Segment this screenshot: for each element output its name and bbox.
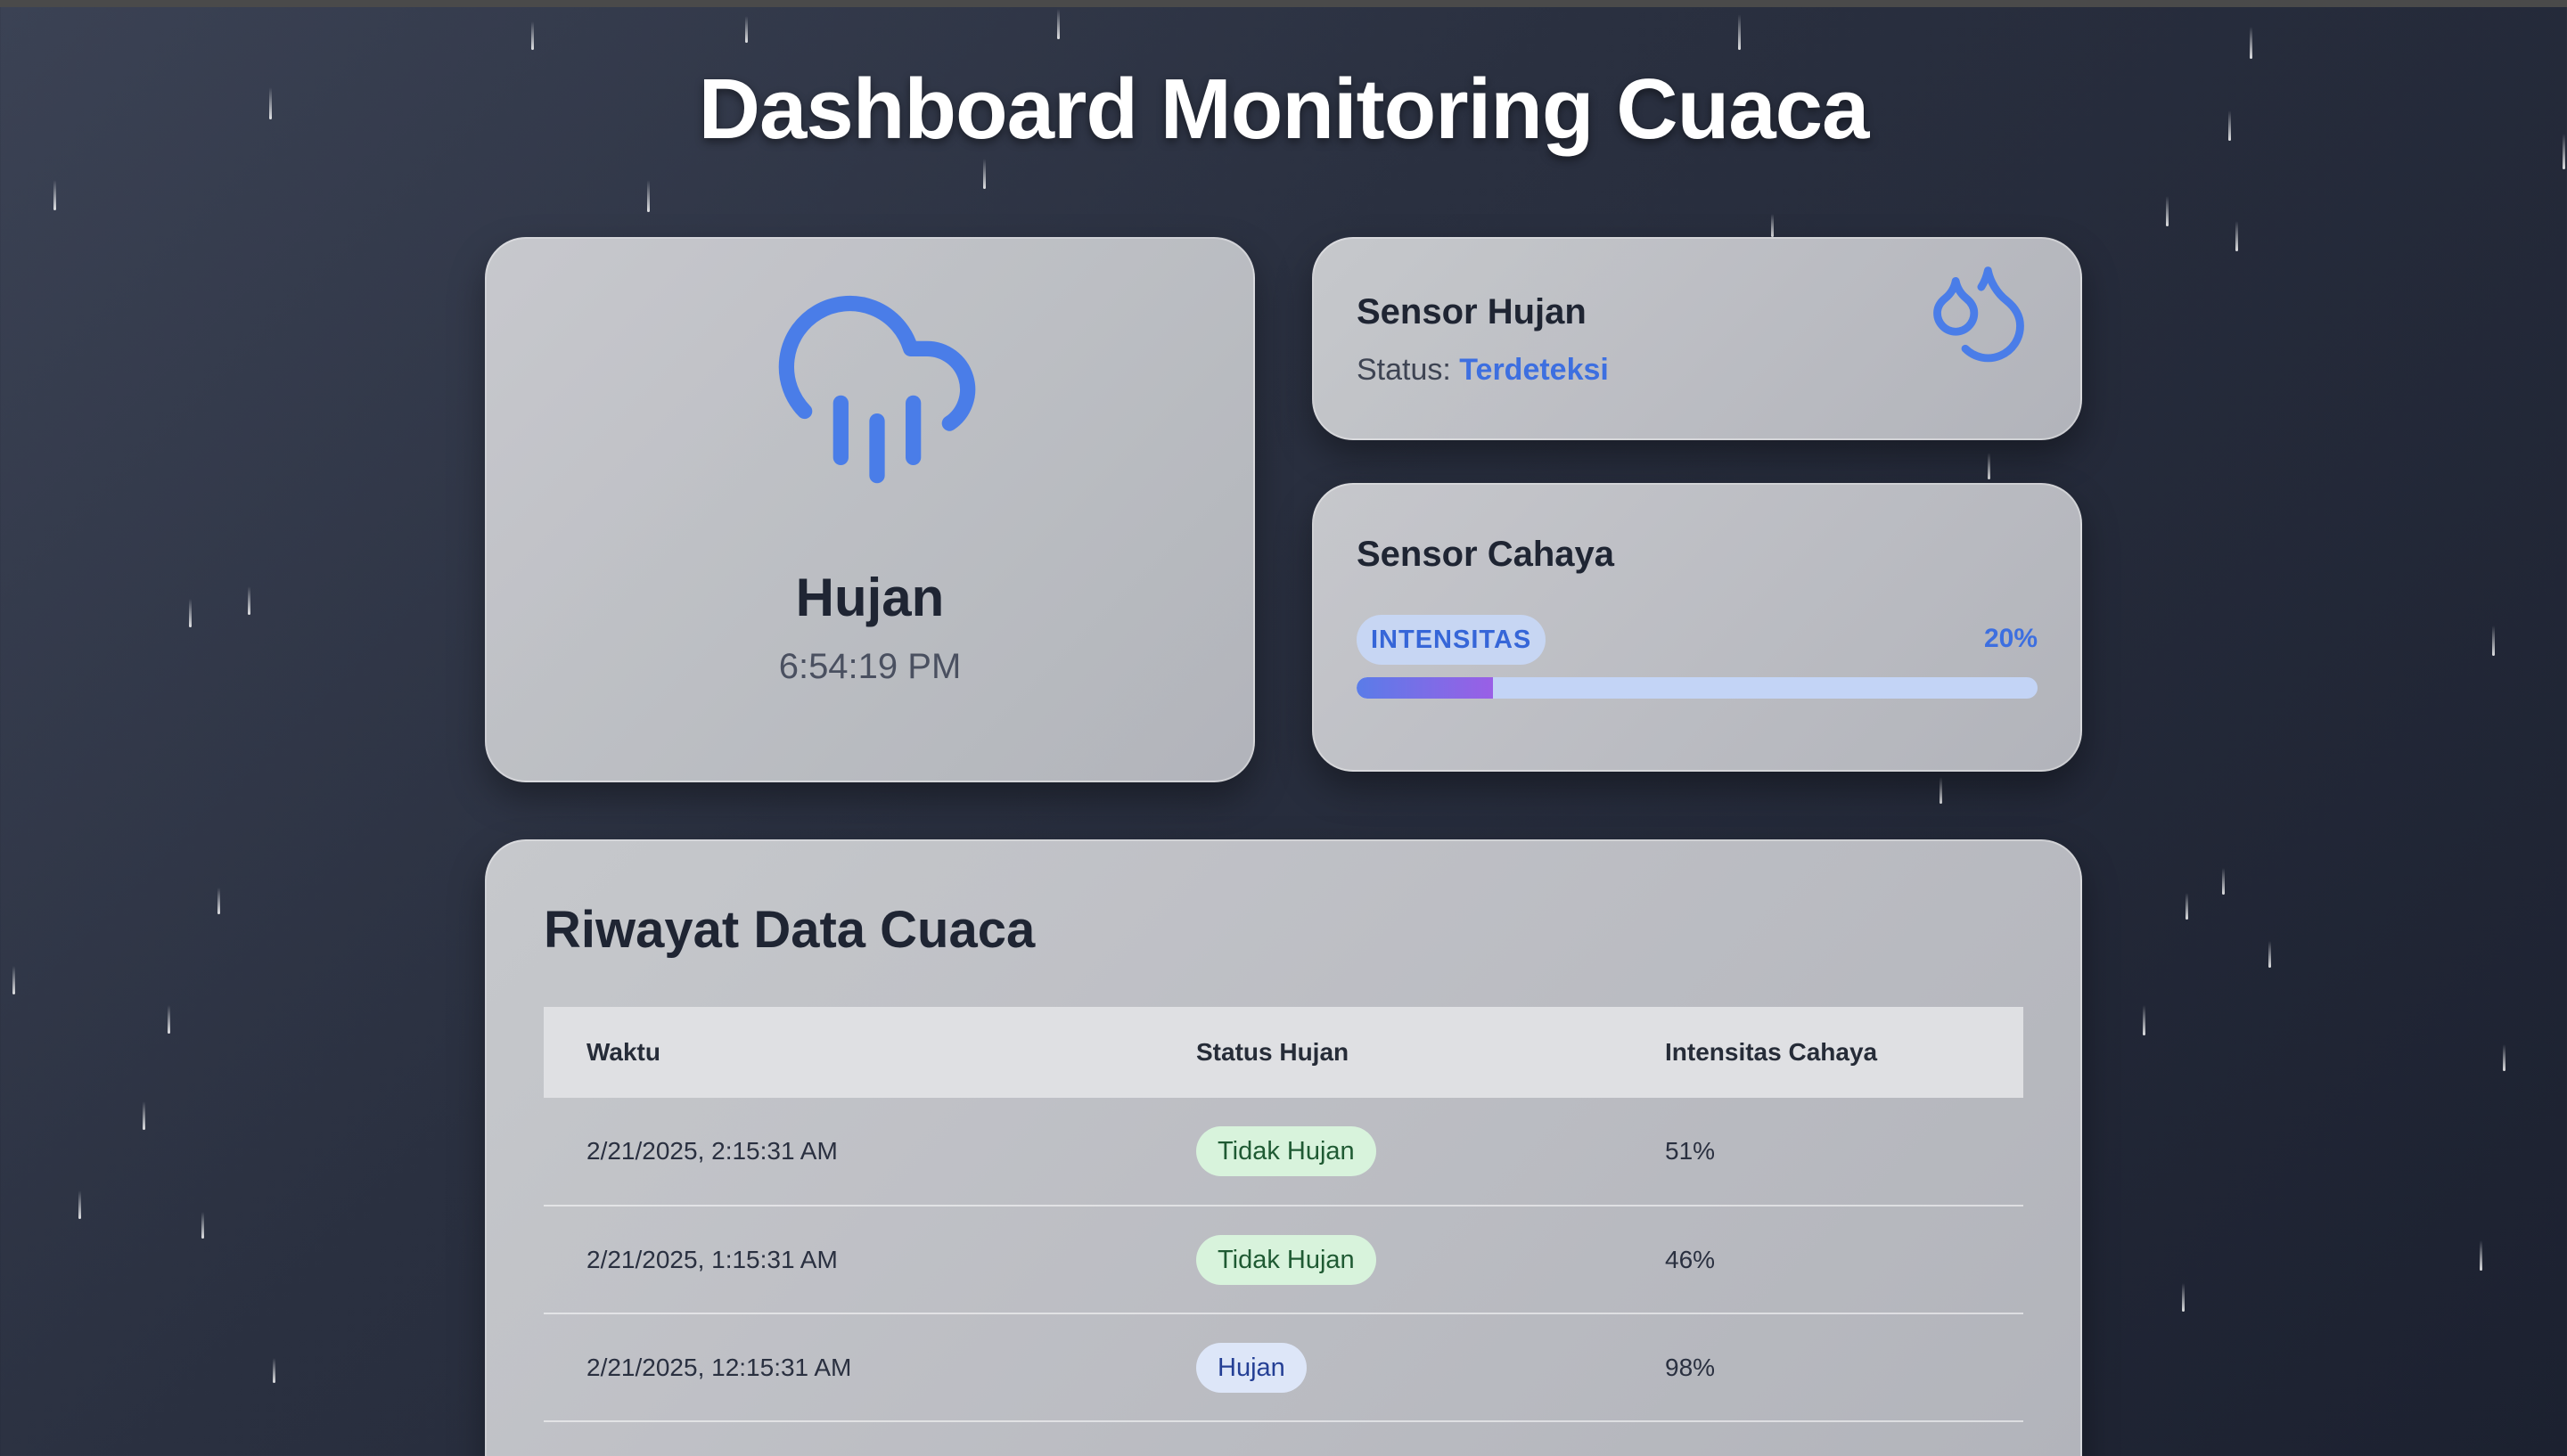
- weather-time: 6:54:19 PM: [778, 647, 962, 686]
- rain-drop: [531, 21, 534, 50]
- cell-time: 2/21/2025, 2:15:31 AM: [544, 1098, 1153, 1207]
- status-badge: Tidak Hujan: [1196, 1126, 1376, 1176]
- rain-drop: [168, 1005, 170, 1034]
- rain-drop: [201, 1212, 204, 1239]
- cell-time: 2/21/2025, 12:15:31 AM: [544, 1313, 1153, 1422]
- rain-sensor-title: Sensor Hujan: [1357, 292, 1587, 331]
- intensity-progress-bar: [1357, 677, 2038, 699]
- rain-drop: [217, 888, 220, 914]
- cell-status: Tidak Hujan: [1153, 1206, 1622, 1314]
- rain-drop: [2235, 221, 2238, 251]
- intensity-progress-fill: [1357, 677, 1493, 699]
- rain-drop: [2268, 941, 2271, 968]
- rain-drop: [12, 966, 15, 994]
- rain-drop: [1771, 214, 1774, 237]
- column-header-rain-status: Status Hujan: [1153, 1007, 1622, 1098]
- table-row: 2/21/2025, 1:15:31 AM Tidak Hujan 46%: [544, 1206, 2023, 1314]
- rain-drop: [53, 180, 56, 210]
- light-sensor-title: Sensor Cahaya: [1357, 535, 1615, 574]
- rain-status-label: Status:: [1357, 353, 1451, 387]
- light-sensor-card: Sensor Cahaya INTENSITAS 20%: [1312, 483, 2082, 772]
- history-table: Waktu Status Hujan Intensitas Cahaya 2/2…: [544, 1007, 2023, 1422]
- rain-drop: [2492, 626, 2495, 656]
- weather-history-card: Riwayat Data Cuaca Waktu Status Hujan In…: [485, 839, 2082, 1456]
- rain-drop: [983, 159, 986, 189]
- status-badge: Tidak Hujan: [1196, 1234, 1376, 1285]
- weather-condition: Hujan: [795, 568, 945, 627]
- rain-drop: [1738, 14, 1741, 50]
- cell-intensity: 98%: [1622, 1313, 2023, 1422]
- rain-drop: [189, 599, 192, 627]
- table-row: 2/21/2025, 2:15:31 AM Tidak Hujan 51%: [544, 1098, 2023, 1207]
- rain-drop: [78, 1190, 81, 1219]
- rain-drop: [647, 180, 650, 212]
- cell-intensity: 46%: [1622, 1206, 2023, 1314]
- window-top-bar: [0, 0, 2567, 7]
- cell-status: Hujan: [1153, 1313, 1622, 1422]
- rain-drop: [1057, 9, 1060, 39]
- rain-drop: [2222, 868, 2225, 895]
- table-header-row: Waktu Status Hujan Intensitas Cahaya: [544, 1007, 2023, 1098]
- rain-drop: [273, 1358, 275, 1383]
- rain-drop: [2182, 1283, 2185, 1312]
- rain-drop: [1988, 453, 1990, 479]
- rain-drop: [2250, 27, 2252, 59]
- rain-drop: [143, 1101, 145, 1130]
- cell-status: Tidak Hujan: [1153, 1098, 1622, 1207]
- column-header-light-intensity: Intensitas Cahaya: [1622, 1007, 2023, 1098]
- rain-drop: [2480, 1240, 2482, 1271]
- rain-drop: [248, 586, 250, 615]
- rain-drop: [2143, 1005, 2145, 1035]
- history-title: Riwayat Data Cuaca: [544, 901, 1036, 959]
- droplets-icon: [1933, 266, 2024, 363]
- rain-drop: [1940, 777, 1942, 804]
- rain-drop: [2166, 196, 2169, 226]
- rain-sensor-card: Sensor Hujan Status: Terdeteksi: [1312, 237, 2082, 440]
- rain-status-value: Terdeteksi: [1459, 353, 1609, 387]
- weather-status-card: Hujan 6:54:19 PM: [485, 237, 1255, 782]
- rain-drop: [745, 16, 748, 43]
- rain-drop: [2503, 1044, 2505, 1071]
- intensity-percent: 20%: [1983, 624, 2038, 653]
- table-row: 2/21/2025, 12:15:31 AM Hujan 98%: [544, 1313, 2023, 1422]
- cloud-rain-icon: [778, 295, 976, 484]
- page-title: Dashboard Monitoring Cuaca: [698, 61, 1870, 157]
- rain-drop: [2186, 893, 2188, 920]
- intensity-badge: INTENSITAS: [1357, 615, 1546, 665]
- status-badge: Hujan: [1196, 1342, 1307, 1393]
- column-header-time: Waktu: [544, 1007, 1153, 1098]
- cell-time: 2/21/2025, 1:15:31 AM: [544, 1206, 1153, 1314]
- rain-sensor-status: Status: Terdeteksi: [1357, 353, 1609, 388]
- cell-intensity: 51%: [1622, 1098, 2023, 1207]
